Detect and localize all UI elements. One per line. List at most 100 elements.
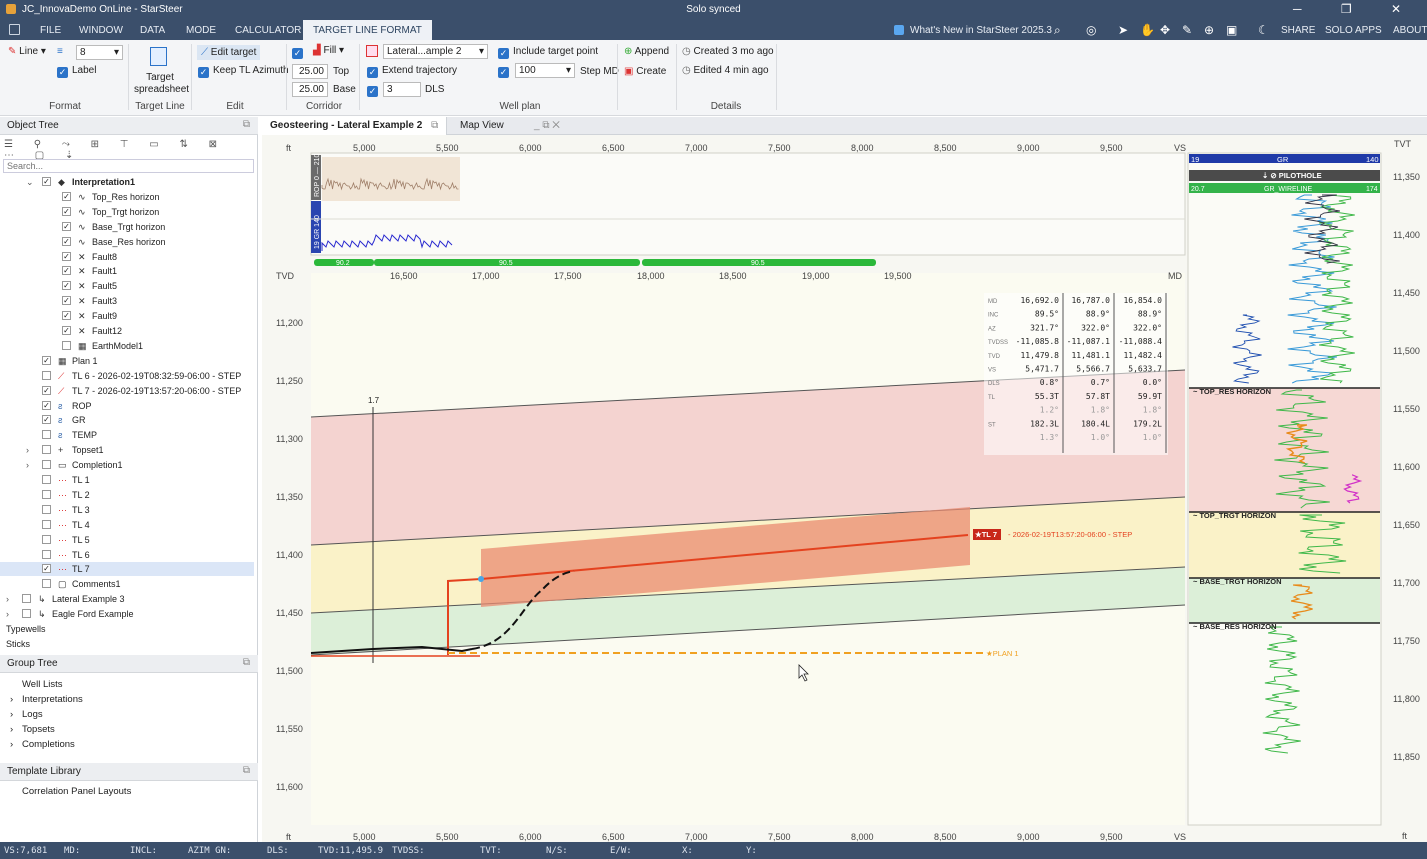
menu-calculator[interactable]: CALCULATOR — [235, 25, 301, 36]
tree-item[interactable]: ✓ ✕ Fault5 — [0, 279, 254, 293]
tree-item[interactable]: ⋯ TL 2 — [0, 488, 254, 502]
group-tree-item-topsets[interactable]: › Topsets — [10, 724, 55, 735]
tree-checkbox[interactable]: ✓ — [62, 221, 71, 231]
tree-item[interactable]: ✓ ⟋ TL 7 - 2026-02-19T13:57:20-06:00 - STE… — [0, 384, 254, 398]
lateral-select[interactable]: Lateral...ample 2 ▾ — [383, 44, 488, 59]
tree-item[interactable]: › ↳ Lateral Example 3 — [0, 592, 254, 606]
tree-checkbox[interactable] — [42, 430, 51, 440]
tree-item[interactable]: › ▭ Completion1 — [0, 458, 254, 472]
tree-checkbox[interactable]: ✓ — [42, 385, 51, 395]
create-button[interactable]: ▣ Create — [624, 66, 666, 77]
menu-data[interactable]: DATA — [140, 25, 165, 36]
menu-share[interactable]: SHARE — [1281, 25, 1315, 36]
menu-window[interactable]: WINDOW — [79, 25, 123, 36]
float-panel-icon[interactable]: ⧉ — [243, 765, 250, 776]
tab-geosteering[interactable]: Geosteering - Lateral Example 2 ⧉ — [262, 117, 448, 135]
tree-checkbox[interactable]: ✓ — [62, 281, 71, 291]
tree-checkbox[interactable]: ✓ — [42, 177, 51, 186]
tree-item[interactable]: ✓ ✕ Fault12 — [0, 324, 254, 338]
tree-item[interactable]: ✓ ƨ GR — [0, 413, 254, 427]
tree-item[interactable]: › + Topset1 — [0, 443, 254, 457]
tree-checkbox[interactable]: ✓ — [62, 296, 71, 306]
chevron-right-icon[interactable]: › — [6, 592, 9, 606]
corridor-checkbox[interactable]: ✓ — [292, 46, 307, 59]
tree-checkbox[interactable] — [42, 475, 51, 484]
tree-item[interactable]: ⋯ TL 3 — [0, 503, 254, 517]
tree-checkbox[interactable]: ✓ — [42, 355, 51, 365]
tree-checkbox[interactable] — [42, 489, 51, 499]
tree-checkbox[interactable]: ✓ — [62, 206, 71, 216]
menu-solo-apps[interactable]: SOLO APPS — [1325, 25, 1382, 36]
tree-item[interactable]: ✓ ∿ Base_Res horizon — [0, 235, 254, 249]
tree-checkbox[interactable] — [42, 534, 51, 544]
tree-checkbox[interactable]: ✓ — [62, 266, 71, 276]
object-tree-search[interactable] — [3, 159, 254, 173]
pan-icon[interactable]: ✋ — [1140, 23, 1155, 37]
group-tree-item-well-lists[interactable]: Well Lists — [22, 679, 62, 690]
tree-item[interactable]: ▦ EarthModel1 — [0, 339, 254, 353]
step-md-select[interactable]: 100 ▾ — [515, 63, 575, 78]
menu-about[interactable]: ABOUT — [1393, 25, 1427, 36]
tree-item[interactable]: ⋯ TL 5 — [0, 533, 254, 547]
tree-item[interactable]: ⋯ TL 6 — [0, 548, 254, 562]
search-icon[interactable]: ⌕ — [1054, 23, 1061, 38]
tree-item[interactable]: ƨ TEMP — [0, 428, 254, 442]
tree-checkbox[interactable]: ✓ — [42, 400, 51, 410]
tree-item[interactable]: ✓ ✕ Fault9 — [0, 309, 254, 323]
tree-checkbox[interactable] — [42, 445, 51, 455]
tree-item[interactable]: ⌄ ✓ ◆ Interpretation1 — [0, 175, 254, 189]
spreadsheet-icon[interactable] — [150, 47, 167, 66]
label-checkbox[interactable]: ✓LineLabel — [57, 65, 96, 78]
tree-checkbox[interactable] — [42, 519, 51, 529]
geosteering-view[interactable]: ft 5,000 5,500 6,000 6,500 7,000 7,500 8,000 8,5… — [262, 135, 1427, 842]
tab-map-view[interactable]: Map View — [452, 117, 512, 135]
tree-checkbox[interactable]: ✓ — [62, 236, 71, 246]
tree-checkbox[interactable]: ✓ — [62, 326, 71, 335]
fill-dropdown[interactable]: ▟ Fill ▾ — [313, 45, 344, 56]
menu-file[interactable]: FILE — [40, 25, 61, 36]
tree-checkbox[interactable]: ✓ — [62, 311, 71, 321]
group-tree-item-logs[interactable]: › Logs — [10, 709, 43, 720]
tree-item[interactable]: ✓ ⋯ TL 7 — [0, 562, 254, 577]
tree-checkbox[interactable] — [62, 340, 71, 350]
window-controls[interactable]: ─ ❐ ✕ — [1293, 2, 1419, 16]
pointer-icon[interactable]: ➤ — [1118, 23, 1128, 37]
group-tree-item-interpretations[interactable]: › Interpretations — [10, 694, 83, 705]
menu-target-line-format[interactable]: TARGET LINE FORMAT — [303, 20, 432, 40]
tree-checkbox[interactable]: ✓ — [42, 564, 51, 574]
template-item-correlation-panel-layouts[interactable]: Correlation Panel Layouts — [22, 786, 131, 797]
tree-item[interactable]: ✓ ∿ Base_Trgt horizon — [0, 220, 254, 234]
dark-mode-icon[interactable]: ☾ — [1258, 23, 1269, 37]
tree-item[interactable]: ✓ ∿ Top_Res horizon — [0, 190, 254, 204]
edit-target-button[interactable]: ⟋ Edit target — [197, 45, 261, 60]
whats-new-link[interactable]: What's New in StarSteer 2025.3 — [910, 25, 1052, 36]
camera-icon[interactable]: ▣ — [1226, 23, 1237, 37]
keep-tl-azimuth-checkbox[interactable]: ✓ Keep TL Azimuth — [198, 65, 289, 78]
group-tree-item-completions[interactable]: › Completions — [10, 739, 75, 750]
target-spreadsheet-button[interactable]: Target spreadsheet — [134, 72, 189, 96]
tree-item[interactable]: ⋯ TL 1 — [0, 473, 254, 487]
tree-item[interactable]: ✓ ✕ Fault1 — [0, 264, 254, 278]
tree-item[interactable]: ✓ ƨ ROP — [0, 399, 254, 413]
ruler-icon[interactable]: ✎ — [1182, 23, 1192, 37]
zoom-icon[interactable]: ⊕ — [1204, 23, 1214, 37]
step-md-checkbox[interactable]: ✓ — [498, 65, 513, 78]
tree-item[interactable]: ✓ ✕ Fault3 — [0, 294, 254, 308]
tree-checkbox[interactable] — [42, 504, 51, 514]
extend-trajectory-checkbox[interactable]: ✓ Extend trajectory — [367, 65, 457, 78]
tree-checkbox[interactable]: ✓ — [42, 415, 51, 425]
tab-window-controls[interactable]: _ ⧉ ✕ — [534, 120, 560, 131]
tree-item[interactable]: ✓ ∿ Top_Trgt horizon — [0, 205, 254, 219]
line-width-select[interactable]: 8 ▾ — [76, 45, 123, 60]
tree-checkbox[interactable] — [42, 460, 51, 470]
save-icon[interactable] — [9, 24, 20, 35]
chevron-down-icon[interactable]: ⌄ — [26, 175, 34, 189]
tree-checkbox[interactable] — [42, 579, 51, 589]
tree-item[interactable]: ⋯ TL 4 — [0, 518, 254, 532]
tree-item[interactable]: ›Sticks — [0, 637, 254, 651]
append-button[interactable]: ⊕ Append — [624, 46, 669, 57]
dls-input[interactable]: 3 — [383, 82, 421, 97]
menu-mode[interactable]: MODE — [186, 25, 216, 36]
tree-item[interactable]: ›Typewells — [0, 622, 254, 636]
tree-checkbox[interactable]: ✓ — [62, 251, 71, 261]
